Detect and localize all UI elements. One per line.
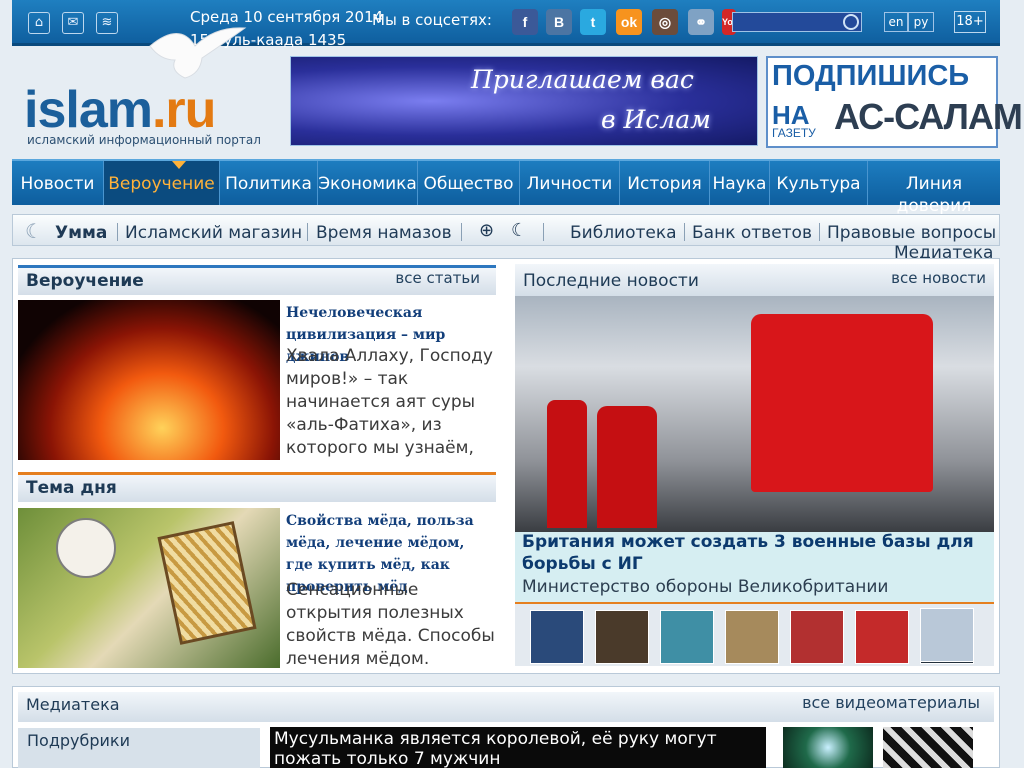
nav-active-arrow [172,161,186,169]
media-title: Медиатека [26,695,120,714]
banner-line-1: Приглашаем вас [471,65,694,94]
twitter-icon[interactable]: t [580,9,606,35]
sub-nav: ☾ Умма Исламский магазин Время намазов ⊕… [12,214,1000,263]
media-subsections: Подрубрики [18,728,260,768]
news-title: Последние новости [523,271,699,291]
subscribe-banner[interactable]: ПОДПИШИСЬ НА ГАЗЕТУ АС-САЛАМ [766,56,1023,148]
newspaper-name: АС-САЛАМ [834,96,1023,137]
vkontakte-icon[interactable]: B [546,9,572,35]
news-header: Последние новости все новости [515,264,994,296]
honeycomb-frame [157,521,257,645]
odnoklassniki-icon[interactable]: ok [616,9,642,35]
subnav-legal[interactable]: Правовые вопросы [827,223,996,243]
news-thumbnail[interactable] [595,610,649,664]
search-input[interactable] [732,12,862,32]
moon-icon: ☾ [25,219,43,243]
lang-ru[interactable]: ру [908,12,934,32]
search-icon[interactable] [843,14,859,30]
doctrine-article-image[interactable] [18,300,280,460]
subnav-prayer-times[interactable]: Время намазов [316,223,452,243]
lang-en[interactable]: en [884,12,908,32]
instagram-icon[interactable]: ◎ [652,9,678,35]
nav-item-science[interactable]: Наука [710,161,770,205]
subscribe-newspaper: ГАЗЕТУ [772,126,816,140]
topic-article-image[interactable] [18,508,280,668]
banner-line-2: в Ислам [601,105,711,134]
divider [543,223,544,241]
nav-item-culture[interactable]: Культура [770,161,868,205]
video-thumbnail[interactable] [783,727,873,768]
crescent-icon[interactable]: ☾ [511,220,527,241]
subnav-shop[interactable]: Исламский магазин [125,223,302,243]
beekeeper-figure [56,518,116,578]
news-thumbnail[interactable] [790,610,844,664]
nav-item-doctrine[interactable]: Вероучение [104,161,220,205]
site-logo[interactable]: islam.ru [24,80,216,140]
site-tagline: исламский информационный портал [27,133,261,147]
subnav-answers[interactable]: Банк ответов [692,223,812,243]
news-subline: Министерство обороны Великобритании [522,577,889,597]
topic-header: Тема дня [18,472,496,502]
news-main-image[interactable] [515,296,994,532]
subnav-library[interactable]: Библиотека [570,223,677,243]
nav-item-politics[interactable]: Политика [220,161,318,205]
featured-video[interactable]: Мусульманка является королевой, её руку … [270,727,766,768]
invite-banner[interactable]: Приглашаем вас в Ислам [290,56,758,146]
topic-title: Тема дня [26,478,117,498]
postbox-graphic [547,400,587,528]
subnav-umma[interactable]: Умма [55,223,107,243]
divider [684,223,685,241]
nav-item-economy[interactable]: Экономика [318,161,418,205]
news-all-link[interactable]: все новости [891,269,986,287]
news-headline[interactable]: Британия может создать 3 военные базы дл… [522,531,992,575]
red-bus-graphic [751,314,933,492]
divider [461,223,462,241]
rss-icon[interactable]: ≋ [96,12,118,34]
dove-icon [149,27,247,79]
news-thumbnail[interactable] [660,610,714,664]
subsections-title: Подрубрики [27,731,130,750]
divider [307,223,308,241]
divider [117,223,118,241]
nav-item-news[interactable]: Новости [12,161,104,205]
facebook-icon[interactable]: f [512,9,538,35]
livejournal-icon[interactable]: ⚭ [688,9,714,35]
media-all-link[interactable]: все видеоматериалы [802,693,980,712]
news-thumbnail[interactable] [725,610,779,664]
doctrine-all-link[interactable]: все статьи [395,269,480,287]
news-thumbnail[interactable] [530,610,584,664]
divider [819,223,820,241]
news-caption[interactable]: Британия может создать 3 военные базы дл… [515,532,994,602]
subscribe-heading: ПОДПИШИСЬ [772,60,970,92]
topic-article-text: Сенсационные открытия полезных свойств м… [286,580,495,669]
mail-icon[interactable]: ✉ [62,12,84,34]
nav-item-people[interactable]: Личности [520,161,620,205]
home-icon[interactable]: ⌂ [28,12,50,34]
nav-item-society[interactable]: Общество [418,161,520,205]
doctrine-title: Вероучение [26,271,144,291]
news-thumbnail[interactable] [855,610,909,664]
news-thumbnail[interactable] [920,608,974,662]
globe-search-icon[interactable]: ⊕ [479,220,494,241]
social-label: Мы в соцсетях: [372,11,492,29]
main-nav: Новости Вероучение Политика Экономика Об… [12,159,1000,216]
video-thumbnail[interactable] [883,727,973,768]
nav-item-trust-line[interactable]: Линия доверия [868,161,1000,216]
media-header: Медиатека все видеоматериалы [18,692,994,722]
video-title[interactable]: Мусульманка является королевой, её руку … [274,729,764,768]
age-rating-badge: 18+ [954,11,986,33]
nav-item-history[interactable]: История [620,161,710,205]
doctrine-header: Вероучение все статьи [18,265,496,295]
doctrine-article-text: Хвала Аллаху, Господу миров!» – так начи… [286,346,493,466]
postbox-graphic [597,406,657,528]
